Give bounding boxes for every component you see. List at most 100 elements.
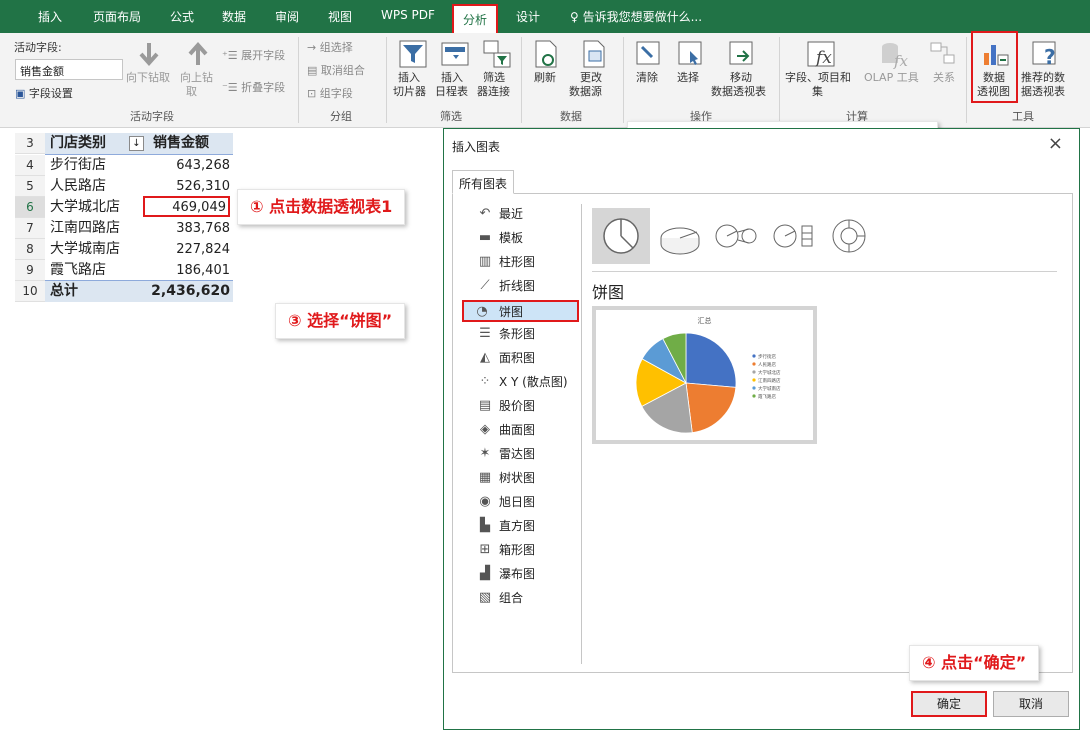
chart-category-item[interactable]: ⟋ 折线图 — [467, 276, 577, 298]
ungroup-button[interactable]: ▤ 取消组合 — [307, 62, 365, 78]
sales-value-cell[interactable]: 643,268 — [143, 155, 230, 176]
chart-category-item[interactable]: ▬ 模板 — [467, 228, 577, 250]
store-name-cell[interactable]: 大学城北店 — [50, 197, 120, 218]
chart-category-item[interactable]: ▤ 股价图 — [467, 396, 577, 418]
group-field-icon: ⊡ — [307, 87, 320, 100]
tell-me-box[interactable]: ♀ 告诉我您想要做什么... — [570, 8, 702, 25]
close-icon[interactable]: × — [1048, 133, 1063, 154]
field-settings-button[interactable]: ▣ 字段设置 — [15, 85, 73, 101]
store-name-cell[interactable]: 大学城南店 — [50, 239, 120, 260]
fields-items-button[interactable]: 字段、项目和 — [785, 71, 851, 85]
chart-category-item[interactable]: ▙ 直方图 — [467, 516, 577, 538]
expand-icon: ⁺☰ — [222, 49, 242, 62]
chart-category-item[interactable]: ▥ 柱形图 — [467, 252, 577, 274]
pie-of-pie-icon[interactable] — [711, 214, 761, 258]
bar-of-pie-icon[interactable] — [769, 214, 819, 258]
row-number[interactable]: 10 — [15, 281, 45, 302]
chart-category-item[interactable]: ⁘ X Y (散点图) — [467, 372, 577, 394]
ungroup-icon: ▤ — [307, 64, 321, 77]
change-source-button[interactable]: 更改 — [580, 71, 602, 85]
sales-value-cell[interactable]: 526,310 — [143, 176, 230, 197]
tab-analyze[interactable]: 分析 — [452, 4, 499, 33]
selected-sales-value-cell[interactable]: 469,049 — [143, 196, 230, 217]
group-label-active-field: 活动字段 — [130, 110, 174, 123]
insert-slicer-button[interactable]: 插入 — [398, 71, 420, 85]
tab-review[interactable]: 审阅 — [275, 8, 299, 25]
row-number[interactable]: 7 — [15, 218, 45, 239]
tab-all-charts[interactable]: 所有图表 — [452, 170, 515, 194]
store-name-cell[interactable]: 人民路店 — [50, 176, 106, 197]
filter-connections-button[interactable]: 筛选 — [483, 71, 505, 85]
insert-timeline-button[interactable]: 插入 — [441, 71, 463, 85]
pie-legend: 步行街店人民路店大学城北店江南四路店大学城南店霞飞路店 — [752, 353, 781, 400]
chart-category-item[interactable]: ◉ 旭日图 — [467, 492, 577, 514]
active-field-input[interactable]: 销售金额 — [15, 59, 123, 80]
total-label-cell[interactable]: 总计 — [50, 281, 78, 302]
tab-design[interactable]: 设计 — [516, 8, 540, 25]
chart-category-item[interactable]: ✶ 雷达图 — [467, 444, 577, 466]
pivot-chart-button[interactable]: 数据 透视图 — [971, 31, 1018, 103]
row-number-selected[interactable]: 6 — [15, 197, 45, 218]
group-divider — [779, 37, 780, 123]
clear-button[interactable]: 清除 — [636, 71, 658, 85]
chart-category-icon: ◭ — [480, 350, 490, 365]
sales-value-cell[interactable]: 227,824 — [143, 239, 230, 260]
sales-value-cell[interactable]: 383,768 — [143, 218, 230, 239]
select-button[interactable]: 选择 — [677, 71, 699, 85]
move-pivot-button[interactable]: 移动 — [730, 71, 752, 85]
tab-insert[interactable]: 插入 — [38, 8, 62, 25]
filter-connections-label-2: 器连接 — [477, 85, 510, 98]
drill-down-button[interactable]: 向下钻取 — [126, 71, 170, 85]
ok-button[interactable]: 确定 — [911, 691, 987, 717]
svg-text:fx: fx — [893, 52, 909, 69]
header-store-category[interactable]: 门店类别 — [50, 133, 106, 154]
chart-category-item[interactable]: ◔ 饼图 — [462, 300, 579, 322]
chart-preview[interactable]: 汇总 步行街店 人民路店 大学城北店 江南四路店 大学城南店 霞飞路店 — [592, 306, 817, 444]
tab-data[interactable]: 数据 — [222, 8, 246, 25]
group-selection-button[interactable]: → 组选择 — [307, 39, 353, 55]
chart-category-label: 柱形图 — [499, 255, 536, 269]
legend-marker — [752, 362, 756, 366]
move-pivot-label-2: 数据透视表 — [711, 85, 766, 98]
cancel-button[interactable]: 取消 — [993, 691, 1069, 717]
expand-field-button[interactable]: ⁺☰ 展开字段 — [222, 47, 285, 63]
drill-up-button[interactable]: 向上钻 — [180, 71, 213, 85]
preview-chart-title: 汇总 — [698, 316, 712, 325]
store-name-cell[interactable]: 步行街店 — [50, 155, 106, 176]
chart-category-item[interactable]: ↶ 最近 — [467, 204, 577, 226]
chart-category-icon: ▥ — [478, 254, 492, 269]
row-number[interactable]: 8 — [15, 239, 45, 260]
pivot-chart-icon — [984, 45, 1009, 66]
tab-page-layout[interactable]: 页面布局 — [93, 8, 141, 25]
chart-category-item[interactable]: ▧ 组合 — [467, 588, 577, 610]
chart-category-label: 组合 — [499, 591, 524, 605]
chart-category-item[interactable]: ▟ 瀑布图 — [467, 564, 577, 586]
row-number[interactable]: 5 — [15, 176, 45, 197]
collapse-field-button[interactable]: ⁻☰ 折叠字段 — [222, 79, 285, 95]
store-name-cell[interactable]: 霞飞路店 — [50, 260, 106, 281]
chart-category-item[interactable]: ⊞ 箱形图 — [467, 540, 577, 562]
row-number[interactable]: 4 — [15, 155, 45, 176]
chart-category-item[interactable]: ▦ 树状图 — [467, 468, 577, 490]
sales-value-cell[interactable]: 186,401 — [143, 260, 230, 281]
row-header[interactable]: 3 — [15, 133, 45, 154]
group-field-button[interactable]: ⊡ 组字段 — [307, 85, 353, 101]
olap-tools-button[interactable]: OLAP 工具 — [864, 71, 919, 85]
relationships-button[interactable]: 关系 — [933, 71, 955, 85]
header-sales-amount[interactable]: 销售金额 — [153, 133, 209, 154]
tab-formulas[interactable]: 公式 — [170, 8, 194, 25]
row-number[interactable]: 9 — [15, 260, 45, 281]
filter-dropdown-icon[interactable]: ↓ — [129, 136, 144, 151]
chart-category-item[interactable]: ◭ 面积图 — [467, 348, 577, 370]
3d-pie-icon[interactable] — [657, 214, 703, 258]
recommended-pivot-button[interactable]: 推荐的数 — [1021, 71, 1065, 85]
tab-wps-pdf[interactable]: WPS PDF — [381, 8, 435, 22]
total-value-cell[interactable]: 2,436,620 — [143, 281, 230, 302]
tab-view[interactable]: 视图 — [328, 8, 352, 25]
refresh-button[interactable]: 刷新 — [534, 71, 556, 85]
pie-subtype-selected[interactable] — [592, 208, 650, 264]
doughnut-icon[interactable] — [827, 214, 871, 258]
chart-category-item[interactable]: ☰ 条形图 — [467, 324, 577, 346]
chart-category-item[interactable]: ◈ 曲面图 — [467, 420, 577, 442]
store-name-cell[interactable]: 江南四路店 — [50, 218, 120, 239]
